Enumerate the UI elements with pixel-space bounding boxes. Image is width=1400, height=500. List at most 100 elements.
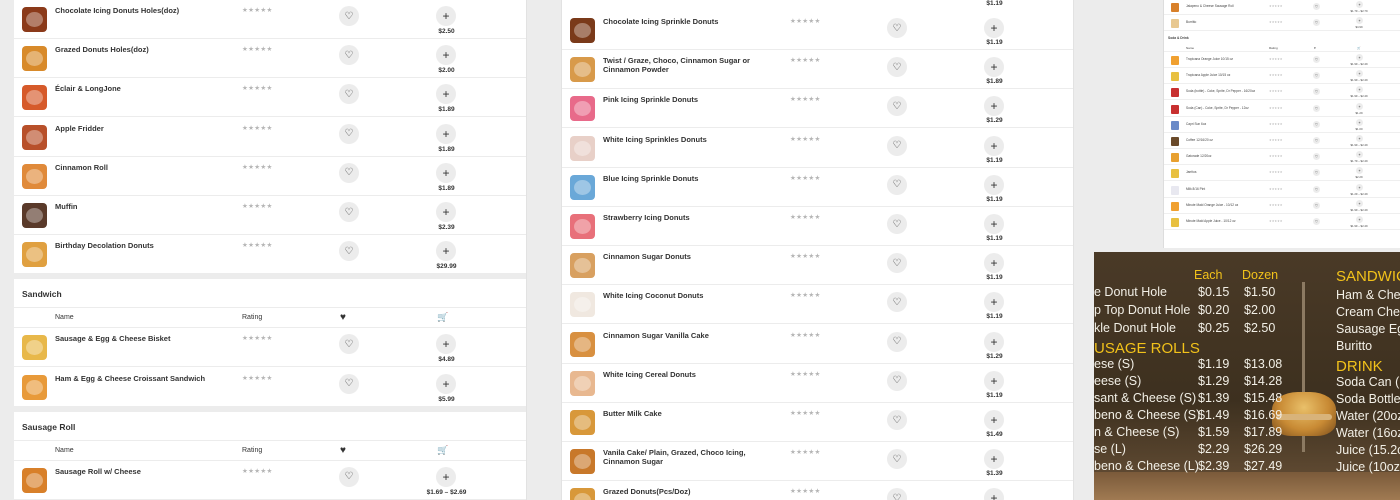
- product-thumbnail[interactable]: [570, 18, 595, 43]
- rating-stars[interactable]: ★★★★★: [242, 45, 273, 53]
- add-to-cart-plus-icon[interactable]: +: [984, 370, 1004, 391]
- rating-stars[interactable]: ★★★★★: [242, 163, 273, 171]
- rating-stars[interactable]: ★★★★★: [790, 213, 821, 221]
- mini-product-name[interactable]: Coffee 12/16/20 oz: [1186, 138, 1213, 142]
- add-to-cart-plus-icon[interactable]: +: [984, 410, 1004, 430]
- mini-rating-stars[interactable]: ★★★★★: [1269, 154, 1282, 158]
- add-to-cart-plus-icon[interactable]: +: [436, 373, 456, 394]
- product-name[interactable]: Muffin: [55, 202, 230, 211]
- add-to-cart-plus-icon[interactable]: +: [984, 331, 1004, 352]
- favorite-heart-icon[interactable]: ♡: [887, 331, 907, 352]
- product-thumbnail[interactable]: [570, 370, 595, 396]
- rating-stars[interactable]: ★★★★★: [790, 370, 821, 378]
- mini-add-plus-icon[interactable]: +: [1356, 183, 1363, 191]
- rating-stars[interactable]: ★★★★★: [242, 374, 273, 382]
- rating-stars[interactable]: ★★★★★: [242, 84, 273, 92]
- mini-rating-stars[interactable]: ★★★★★: [1269, 4, 1282, 8]
- add-to-cart-plus-icon[interactable]: +: [436, 466, 456, 487]
- mini-product-thumbnail[interactable]: [1171, 201, 1179, 211]
- product-name[interactable]: Grazed Donuts Holes(doz): [55, 45, 230, 54]
- mini-product-thumbnail[interactable]: [1171, 185, 1179, 195]
- mini-favorite-heart-icon[interactable]: ♡: [1313, 72, 1320, 80]
- product-thumbnail[interactable]: [22, 242, 47, 268]
- favorite-heart-icon[interactable]: ♡: [887, 135, 907, 156]
- rating-stars[interactable]: ★★★★★: [242, 467, 273, 475]
- mini-favorite-heart-icon[interactable]: ♡: [1313, 201, 1320, 209]
- mini-rating-stars[interactable]: ★★★★★: [1269, 89, 1282, 93]
- rating-stars[interactable]: ★★★★★: [242, 124, 273, 132]
- mini-add-plus-icon[interactable]: +: [1356, 118, 1363, 126]
- favorite-heart-icon[interactable]: ♡: [339, 45, 359, 66]
- product-thumbnail[interactable]: [570, 449, 595, 475]
- add-to-cart-plus-icon[interactable]: +: [984, 96, 1004, 117]
- add-to-cart-plus-icon[interactable]: +: [984, 214, 1004, 234]
- product-name[interactable]: Apple Fridder: [55, 124, 230, 133]
- product-name[interactable]: Strawberry Icing Donuts: [603, 213, 783, 222]
- product-name[interactable]: Sausage & Egg & Cheese Bisket: [55, 334, 230, 343]
- mini-favorite-heart-icon[interactable]: ♡: [1313, 56, 1320, 63]
- mini-favorite-heart-icon[interactable]: ♡: [1313, 19, 1320, 26]
- rating-stars[interactable]: ★★★★★: [242, 334, 273, 342]
- product-name[interactable]: Twist / Graze, Choco, Cinnamon Sugar or …: [603, 56, 783, 74]
- product-name[interactable]: Vanila Cake/ Plain, Grazed, Choco Icing,…: [603, 448, 783, 466]
- rating-stars[interactable]: ★★★★★: [242, 6, 273, 14]
- rating-stars[interactable]: ★★★★★: [242, 202, 273, 210]
- mini-product-thumbnail[interactable]: [1171, 19, 1179, 28]
- add-to-cart-plus-icon[interactable]: +: [436, 45, 456, 66]
- favorite-heart-icon[interactable]: ♡: [887, 96, 907, 117]
- favorite-heart-icon[interactable]: ♡: [339, 202, 359, 222]
- product-name[interactable]: Cinnamon Roll: [55, 163, 230, 172]
- mini-favorite-heart-icon[interactable]: ♡: [1313, 185, 1320, 193]
- mini-product-thumbnail[interactable]: [1171, 137, 1179, 146]
- mini-add-plus-icon[interactable]: +: [1356, 102, 1363, 110]
- mini-product-name[interactable]: Minute Maid Orange Juice - 10/12 oz: [1186, 203, 1238, 207]
- mini-rating-stars[interactable]: ★★★★★: [1269, 73, 1282, 77]
- product-thumbnail[interactable]: [22, 467, 47, 493]
- mini-add-plus-icon[interactable]: +: [1356, 70, 1363, 78]
- favorite-heart-icon[interactable]: ♡: [339, 162, 359, 183]
- mini-product-thumbnail[interactable]: [1171, 3, 1179, 12]
- favorite-heart-icon[interactable]: ♡: [339, 373, 359, 394]
- mini-add-plus-icon[interactable]: +: [1356, 135, 1363, 142]
- add-to-cart-plus-icon[interactable]: +: [984, 253, 1004, 274]
- mini-favorite-heart-icon[interactable]: ♡: [1313, 120, 1320, 128]
- product-name[interactable]: Butter Milk Cake: [603, 409, 783, 418]
- product-name[interactable]: White Icing Sprinkles Donuts: [603, 135, 783, 144]
- mini-product-name[interactable]: Capri Sun 6oz: [1186, 122, 1206, 126]
- mini-product-name[interactable]: Jalapeno & Cheese Sausage Roll: [1186, 4, 1234, 8]
- rating-stars[interactable]: ★★★★★: [790, 252, 821, 260]
- product-thumbnail[interactable]: [570, 214, 595, 239]
- favorite-heart-icon[interactable]: ♡: [887, 18, 907, 38]
- mini-add-plus-icon[interactable]: +: [1356, 167, 1363, 175]
- product-name[interactable]: Éclair & LongJone: [55, 84, 230, 93]
- mini-rating-stars[interactable]: ★★★★★: [1269, 57, 1282, 61]
- favorite-heart-icon[interactable]: ♡: [339, 466, 359, 487]
- mini-product-name[interactable]: Soda (Can) - Coke, Sprite, Dr Pepper - 1…: [1186, 106, 1249, 110]
- rating-stars[interactable]: ★★★★★: [790, 17, 821, 25]
- product-name[interactable]: Ham & Egg & Cheese Croissant Sandwich: [55, 374, 230, 383]
- product-thumbnail[interactable]: [570, 135, 595, 161]
- mini-favorite-heart-icon[interactable]: ♡: [1313, 153, 1320, 161]
- product-thumbnail[interactable]: [22, 335, 47, 361]
- favorite-heart-icon[interactable]: ♡: [887, 449, 907, 470]
- favorite-heart-icon[interactable]: ♡: [339, 241, 359, 262]
- mini-product-thumbnail[interactable]: [1171, 88, 1179, 98]
- product-name[interactable]: Birthday Decolation Donuts: [55, 241, 230, 250]
- mini-product-name[interactable]: Soda (bottle) - Coke, Sprite, Dr Pepper …: [1186, 89, 1255, 93]
- rating-stars[interactable]: ★★★★★: [790, 56, 821, 64]
- mini-favorite-heart-icon[interactable]: ♡: [1313, 169, 1320, 177]
- favorite-heart-icon[interactable]: ♡: [887, 488, 907, 500]
- product-name[interactable]: Cinnamon Sugar Donuts: [603, 252, 783, 261]
- rating-stars[interactable]: ★★★★★: [790, 448, 821, 456]
- add-to-cart-plus-icon[interactable]: +: [984, 488, 1004, 500]
- product-thumbnail[interactable]: [22, 85, 47, 111]
- mini-product-thumbnail[interactable]: [1171, 120, 1179, 130]
- product-name[interactable]: Cinnamon Sugar Vanilla Cake: [603, 331, 783, 340]
- product-name[interactable]: Grazed Donuts(Pcs/Doz): [603, 487, 783, 496]
- mini-product-thumbnail[interactable]: [1171, 218, 1179, 227]
- add-to-cart-plus-icon[interactable]: +: [984, 135, 1004, 156]
- mini-add-plus-icon[interactable]: +: [1356, 86, 1363, 94]
- mini-rating-stars[interactable]: ★★★★★: [1269, 106, 1282, 110]
- rating-stars[interactable]: ★★★★★: [790, 409, 821, 417]
- rating-stars[interactable]: ★★★★★: [790, 291, 821, 299]
